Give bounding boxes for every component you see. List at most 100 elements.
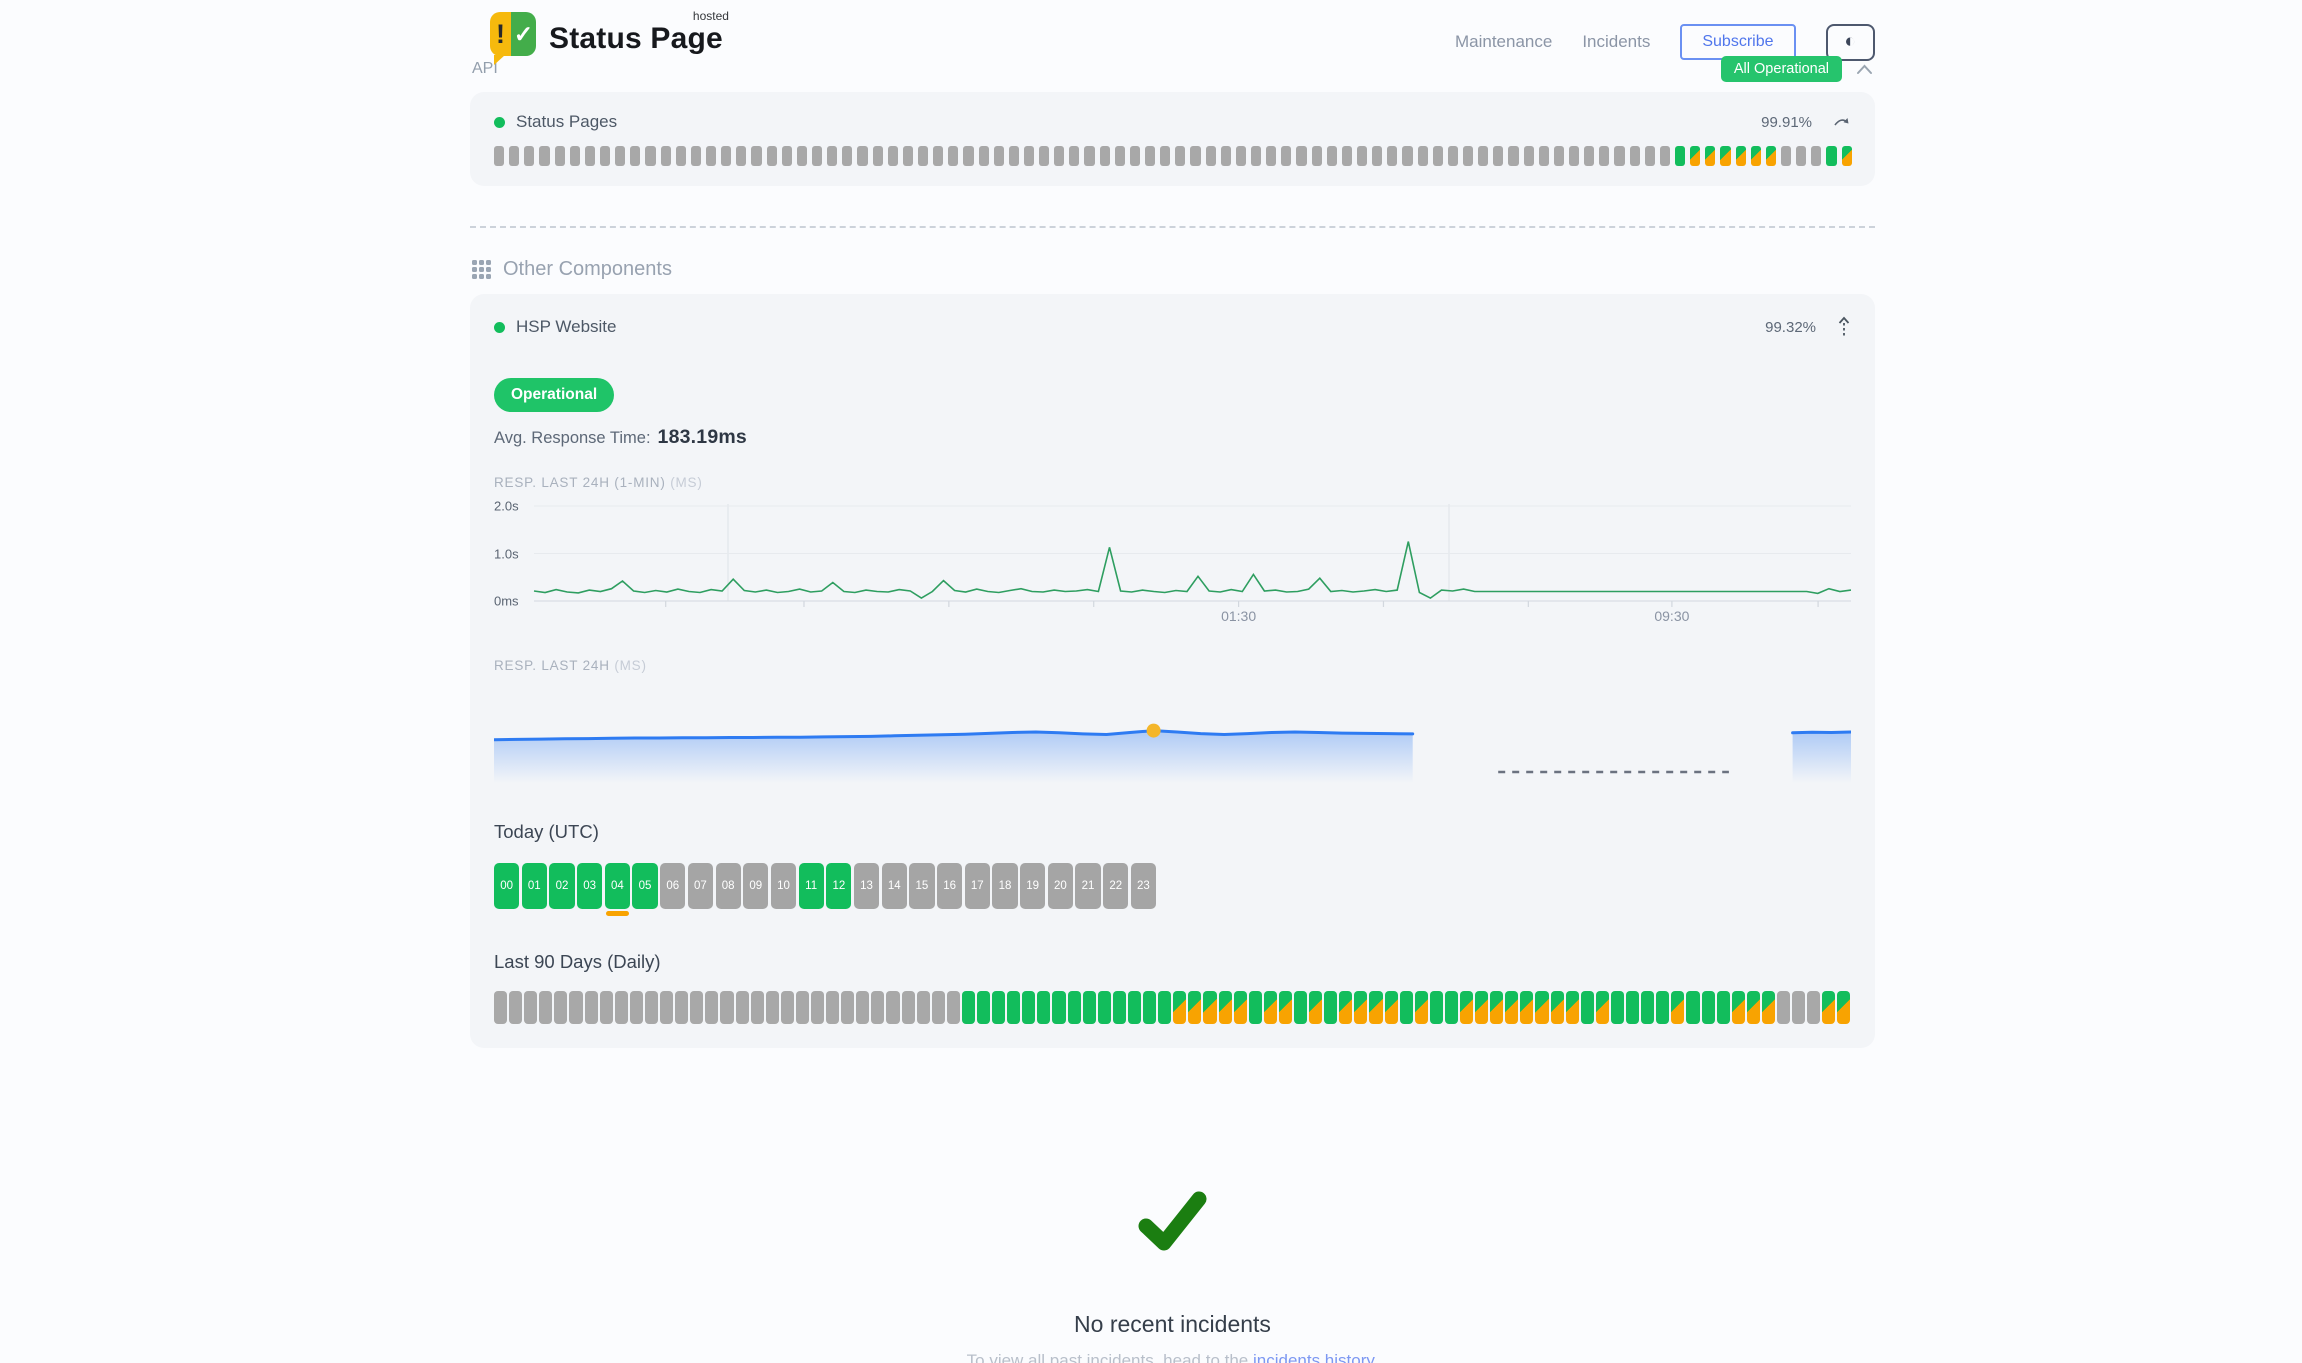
chevron-up-icon[interactable] bbox=[1856, 64, 1873, 75]
uptime-block[interactable] bbox=[1068, 991, 1081, 1024]
uptime-block[interactable] bbox=[1024, 146, 1034, 166]
uptime-block[interactable] bbox=[675, 991, 688, 1024]
uptime-block[interactable] bbox=[962, 991, 975, 1024]
uptime-block[interactable] bbox=[1221, 146, 1231, 166]
uptime-block[interactable] bbox=[585, 991, 598, 1024]
hour-block-22[interactable]: 22 bbox=[1103, 863, 1128, 909]
hour-block-01[interactable]: 01 bbox=[522, 863, 547, 909]
uptime-block[interactable] bbox=[1037, 991, 1050, 1024]
uptime-block[interactable] bbox=[1445, 991, 1458, 1024]
uptime-block[interactable] bbox=[1747, 991, 1760, 1024]
uptime-block[interactable] bbox=[570, 146, 580, 166]
uptime-block[interactable] bbox=[539, 146, 549, 166]
uptime-block[interactable] bbox=[1266, 146, 1276, 166]
uptime-block[interactable] bbox=[1098, 991, 1111, 1024]
uptime-block[interactable] bbox=[1599, 146, 1609, 166]
uptime-block[interactable] bbox=[554, 991, 567, 1024]
uptime-block[interactable] bbox=[1463, 146, 1473, 166]
hour-block-18[interactable]: 18 bbox=[992, 863, 1017, 909]
uptime-block[interactable] bbox=[1206, 146, 1216, 166]
uptime-block[interactable] bbox=[630, 991, 643, 1024]
uptime-block[interactable] bbox=[796, 991, 809, 1024]
uptime-block[interactable] bbox=[569, 991, 582, 1024]
uptime-block[interactable] bbox=[630, 146, 640, 166]
uptime-block[interactable] bbox=[767, 146, 777, 166]
uptime-block[interactable] bbox=[1736, 146, 1746, 166]
uptime-block[interactable] bbox=[1296, 146, 1306, 166]
uptime-block[interactable] bbox=[842, 146, 852, 166]
uptime-block[interactable] bbox=[1781, 146, 1791, 166]
uptime-block[interactable] bbox=[736, 146, 746, 166]
uptime-block[interactable] bbox=[1717, 991, 1730, 1024]
uptime-block[interactable] bbox=[705, 991, 718, 1024]
uptime-block[interactable] bbox=[1796, 146, 1806, 166]
uptime-block[interactable] bbox=[1158, 991, 1171, 1024]
uptime-block[interactable] bbox=[932, 991, 945, 1024]
uptime-block[interactable] bbox=[1100, 146, 1110, 166]
uptime-block[interactable] bbox=[1596, 991, 1609, 1024]
uptime-block[interactable] bbox=[1566, 991, 1579, 1024]
uptime-block[interactable] bbox=[1264, 991, 1277, 1024]
uptime-block[interactable] bbox=[1584, 146, 1594, 166]
uptime-block[interactable] bbox=[1113, 991, 1126, 1024]
uptime-block[interactable] bbox=[1448, 146, 1458, 166]
uptime-block[interactable] bbox=[1354, 991, 1367, 1024]
uptime-block[interactable] bbox=[1022, 991, 1035, 1024]
uptime-block[interactable] bbox=[977, 991, 990, 1024]
hour-block-03[interactable]: 03 bbox=[577, 863, 602, 909]
uptime-block[interactable] bbox=[1641, 991, 1654, 1024]
uptime-block[interactable] bbox=[812, 146, 822, 166]
uptime-block[interactable] bbox=[555, 146, 565, 166]
uptime-block[interactable] bbox=[524, 146, 534, 166]
arrow-up-icon[interactable] bbox=[1837, 316, 1851, 338]
uptime-block[interactable] bbox=[1493, 146, 1503, 166]
hour-block-19[interactable]: 19 bbox=[1020, 863, 1045, 909]
uptime-block[interactable] bbox=[1175, 146, 1185, 166]
uptime-block[interactable] bbox=[1807, 991, 1820, 1024]
uptime-block[interactable] bbox=[1128, 991, 1141, 1024]
uptime-block[interactable] bbox=[1614, 146, 1624, 166]
uptime-block[interactable] bbox=[1524, 146, 1534, 166]
uptime-block[interactable] bbox=[992, 991, 1005, 1024]
uptime-block[interactable] bbox=[1387, 146, 1397, 166]
uptime-block[interactable] bbox=[494, 991, 507, 1024]
nav-incidents[interactable]: Incidents bbox=[1582, 32, 1650, 52]
uptime-block[interactable] bbox=[1475, 991, 1488, 1024]
hour-block-16[interactable]: 16 bbox=[937, 863, 962, 909]
uptime-block[interactable] bbox=[721, 146, 731, 166]
uptime-block[interactable] bbox=[1324, 991, 1337, 1024]
hour-block-10[interactable]: 10 bbox=[771, 863, 796, 909]
hour-block-04[interactable]: 04 bbox=[605, 863, 630, 909]
uptime-block[interactable] bbox=[1535, 991, 1548, 1024]
uptime-block[interactable] bbox=[1236, 146, 1246, 166]
uptime-block[interactable] bbox=[1402, 146, 1412, 166]
uptime-block[interactable] bbox=[826, 991, 839, 1024]
uptime-block[interactable] bbox=[1069, 146, 1079, 166]
hour-block-07[interactable]: 07 bbox=[688, 863, 713, 909]
response-time-line-chart[interactable]: 2.0s1.0s0ms 01:3009:30 bbox=[494, 504, 1851, 632]
subscribe-button[interactable]: Subscribe bbox=[1680, 24, 1795, 60]
uptime-block[interactable] bbox=[1083, 991, 1096, 1024]
uptime-block[interactable] bbox=[1372, 146, 1382, 166]
hour-block-17[interactable]: 17 bbox=[965, 863, 990, 909]
uptime-block[interactable] bbox=[888, 146, 898, 166]
uptime-block[interactable] bbox=[1294, 991, 1307, 1024]
uptime-block[interactable] bbox=[1369, 991, 1382, 1024]
uptime-block[interactable] bbox=[1009, 146, 1019, 166]
uptime-block[interactable] bbox=[902, 991, 915, 1024]
uptime-block[interactable] bbox=[1143, 991, 1156, 1024]
uptime-block[interactable] bbox=[1312, 146, 1322, 166]
uptime-block[interactable] bbox=[539, 991, 552, 1024]
uptime-block[interactable] bbox=[1145, 146, 1155, 166]
uptime-block[interactable] bbox=[1052, 991, 1065, 1024]
uptime-block[interactable] bbox=[1520, 991, 1533, 1024]
uptime-block[interactable] bbox=[782, 146, 792, 166]
uptime-block[interactable] bbox=[645, 991, 658, 1024]
uptime-block[interactable] bbox=[1675, 146, 1685, 166]
uptime-block[interactable] bbox=[720, 991, 733, 1024]
hour-block-02[interactable]: 02 bbox=[549, 863, 574, 909]
uptime-block[interactable] bbox=[841, 991, 854, 1024]
uptime-block[interactable] bbox=[1281, 146, 1291, 166]
uptime-block[interactable] bbox=[509, 991, 522, 1024]
uptime-block[interactable] bbox=[751, 146, 761, 166]
